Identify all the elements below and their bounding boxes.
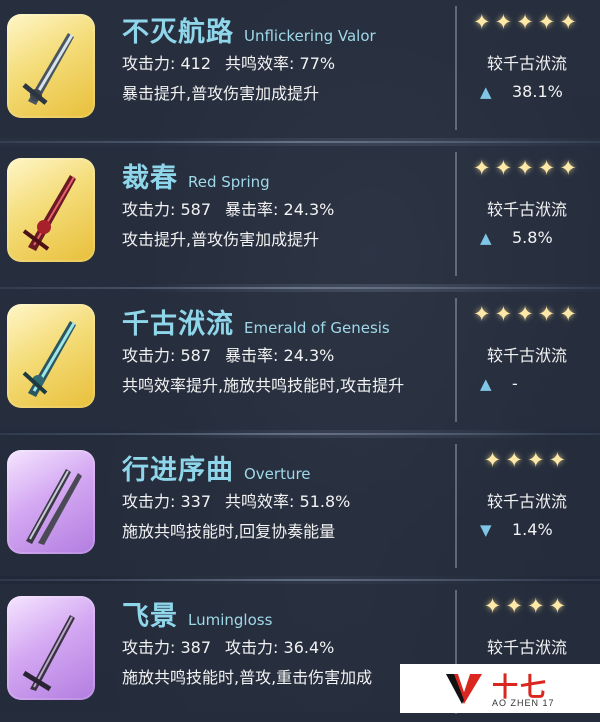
weapon-stats: 攻击力: 387 攻击力: 36.4% (122, 634, 334, 658)
weapon-name-cn: 不灭航路 (122, 17, 234, 48)
weapon-name-cn: 行进序曲 (122, 455, 234, 486)
rarity-stars: ✦✦✦✦ (483, 594, 571, 618)
weapon-name-cn: 飞景 (122, 601, 178, 632)
weapon-stat-secondary: 攻击力: 36.4% (225, 638, 335, 657)
weapon-stat-primary: 攻击力: 412 (122, 54, 212, 73)
weapon-name-en: Emerald of Genesis (244, 319, 390, 337)
weapon-card[interactable]: 不灭航路 Unflickering Valor 攻击力: 412 共鸣效率: 77%… (0, 0, 600, 143)
sword-icon (22, 321, 76, 397)
trend-up-icon: ▲ (480, 375, 492, 393)
weapon-card[interactable]: 行进序曲 Overture 攻击力: 337 共鸣效率: 51.8% 施放共鸣技能时… (0, 438, 600, 581)
weapon-stat-primary: 攻击力: 337 (122, 492, 212, 511)
trend-value: 38.1% (512, 82, 563, 101)
weapon-card[interactable]: 裁春 Red Spring 攻击力: 587 暴击率: 24.3% 攻击提升,普攻伤… (0, 146, 600, 289)
card-separator (0, 433, 600, 435)
rarity-stars: ✦✦✦✦✦ (473, 10, 581, 34)
trend: ▼ 1.4% (480, 520, 590, 539)
compare-label: 较千古洑流 (486, 54, 567, 73)
weapon-name-cn: 千古洑流 (122, 309, 234, 340)
weapon-stat-secondary: 暴击率: 24.3% (225, 200, 335, 219)
weapon-thumbnail (7, 304, 95, 408)
compare-label: 较千古洑流 (486, 200, 567, 219)
sword-icon (22, 615, 75, 692)
weapon-stats: 攻击力: 412 共鸣效率: 77% (122, 50, 335, 74)
card-separator (0, 287, 600, 289)
weapon-name-en: Unflickering Valor (244, 27, 376, 45)
weapon-title: 裁春 Red Spring (122, 156, 270, 195)
trend-up-icon: ▲ (480, 83, 492, 101)
trend-down-icon: ▼ (480, 521, 492, 539)
card-separator (0, 141, 600, 143)
column-divider (455, 152, 457, 276)
weapon-description: 攻击提升,普攻伤害加成提升 (122, 230, 320, 249)
weapon-stat-secondary: 共鸣效率: 51.8% (225, 492, 351, 511)
weapon-thumbnail (7, 14, 95, 118)
trend: ▲ 5.8% (480, 228, 590, 247)
column-divider (455, 444, 457, 568)
weapon-description: 共鸣效率提升,施放共鸣技能时,攻击提升 (122, 376, 405, 395)
weapon-card[interactable]: 千古洑流 Emerald of Genesis 攻击力: 587 暴击率: 24.3… (0, 292, 600, 435)
weapon-title: 千古洑流 Emerald of Genesis (122, 302, 390, 341)
weapon-stats: 攻击力: 587 暴击率: 24.3% (122, 342, 334, 366)
trend-value: 5.8% (512, 228, 553, 247)
compare-label: 较千古洑流 (486, 638, 567, 657)
column-divider (455, 6, 457, 130)
column-divider (455, 298, 457, 422)
rarity-stars: ✦✦✦✦✦ (473, 156, 581, 180)
weapon-stat-secondary: 共鸣效率: 77% (225, 54, 336, 73)
weapon-title: 行进序曲 Overture (122, 448, 311, 487)
trend-up-icon: ▲ (480, 229, 492, 247)
weapon-stat-primary: 攻击力: 587 (122, 346, 212, 365)
rarity-stars: ✦✦✦✦✦ (473, 302, 581, 326)
weapon-stats: 攻击力: 337 共鸣效率: 51.8% (122, 488, 350, 512)
weapon-stat-primary: 攻击力: 387 (122, 638, 212, 657)
weapon-title: 飞景 Lumingloss (122, 594, 272, 633)
compare-label: 较千古洑流 (486, 492, 567, 511)
sword-icon (22, 175, 76, 251)
weapon-description: 暴击提升,普攻伤害加成提升 (122, 84, 320, 103)
weapon-name-en: Overture (244, 465, 311, 483)
weapon-name-en: Red Spring (188, 173, 270, 191)
v-logo-icon (446, 674, 482, 704)
weapon-name-en: Lumingloss (188, 611, 273, 629)
rarity-stars: ✦✦✦✦ (483, 448, 571, 472)
weapon-stat-primary: 攻击力: 587 (122, 200, 212, 219)
trend-value: 1.4% (512, 520, 553, 539)
sword-icon (22, 33, 74, 105)
trend-value: - (512, 374, 518, 393)
watermark-logo: 十七 AO ZHEN 17 (400, 664, 600, 713)
weapon-thumbnail (7, 450, 95, 554)
trend: ▲ 38.1% (480, 82, 590, 101)
weapon-title: 不灭航路 Unflickering Valor (122, 10, 376, 49)
weapon-thumbnail (7, 596, 95, 700)
card-separator (0, 579, 600, 581)
weapon-stats: 攻击力: 587 暴击率: 24.3% (122, 196, 334, 220)
weapon-description: 施放共鸣技能时,回复协奏能量 (122, 522, 336, 541)
weapon-thumbnail (7, 158, 95, 262)
logo-subtext: AO ZHEN 17 (492, 698, 555, 708)
weapon-name-cn: 裁春 (122, 163, 178, 194)
weapon-stat-secondary: 暴击率: 24.3% (225, 346, 335, 365)
compare-label: 较千古洑流 (486, 346, 567, 365)
weapon-description: 施放共鸣技能时,普攻,重击伤害加成 (122, 668, 373, 687)
trend: ▲ - (480, 374, 590, 393)
sword-icon (26, 469, 82, 545)
